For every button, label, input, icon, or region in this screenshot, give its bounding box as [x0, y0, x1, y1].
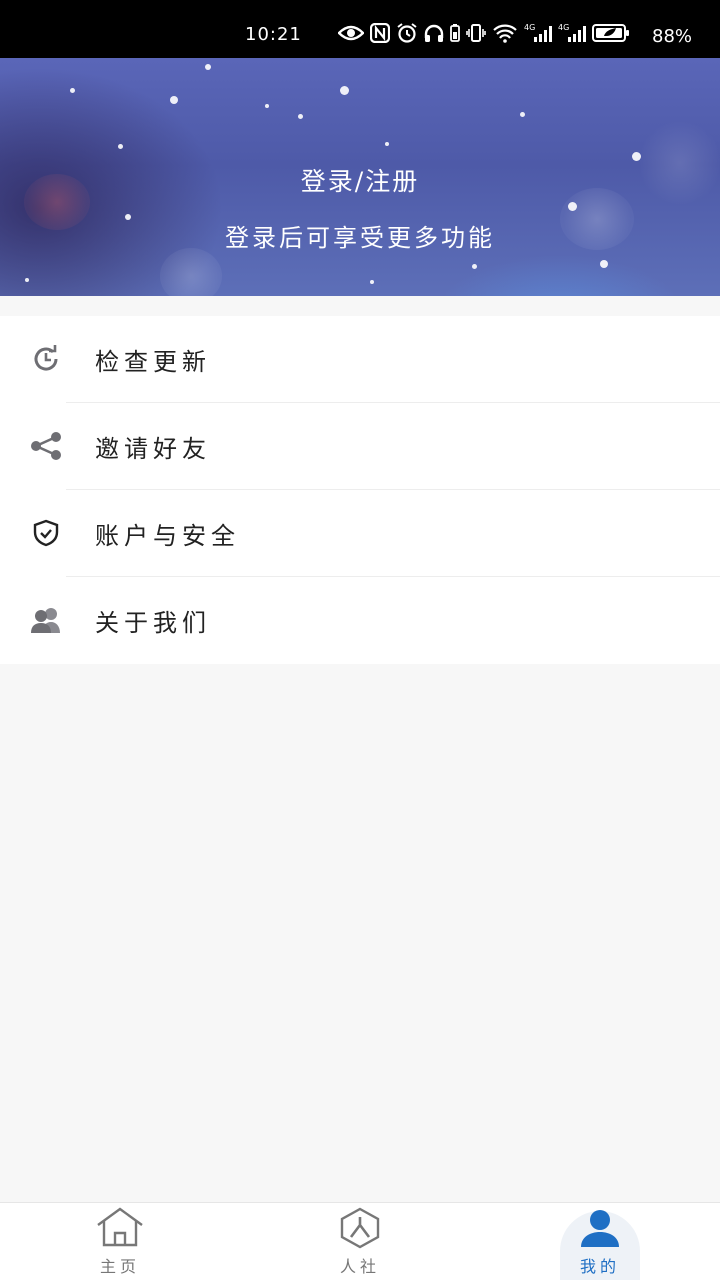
star-dot	[298, 114, 303, 119]
menu-item-account-security[interactable]: 账户与安全	[0, 490, 720, 577]
battery-icon	[592, 24, 629, 42]
users-icon	[29, 603, 63, 637]
tab-mine[interactable]: 我的	[540, 1203, 660, 1280]
home-icon	[60, 1207, 180, 1247]
star-dot	[25, 278, 29, 282]
person-hexagon-icon	[300, 1207, 420, 1249]
tab-label: 我的	[579, 1257, 620, 1276]
menu-item-invite-friends[interactable]: 邀请好友	[0, 403, 720, 490]
star-dot	[472, 264, 477, 269]
star-dot	[265, 104, 269, 108]
tab-label: 人社	[339, 1257, 380, 1276]
star-dot	[340, 86, 349, 95]
nfc-icon	[370, 23, 390, 43]
bottom-navigation: 主页 人社 我的	[0, 1202, 720, 1280]
star-dot	[170, 96, 178, 104]
star-dot	[370, 280, 374, 284]
star-dot	[118, 144, 123, 149]
menu-item-label: 关于我们	[95, 609, 211, 637]
signal-icon-2: 4G	[558, 23, 586, 42]
menu-item-label: 检查更新	[95, 348, 211, 376]
svg-text:4G: 4G	[524, 23, 535, 32]
shield-check-icon	[29, 516, 63, 550]
tab-label: 主页	[99, 1257, 140, 1276]
decorative-bubble	[160, 248, 222, 296]
status-icons: 4G 4G	[338, 23, 630, 43]
menu-item-check-update[interactable]: 检查更新	[0, 316, 720, 403]
settings-menu: 检查更新 邀请好友 账户与安全 关于我们	[0, 316, 720, 664]
star-dot	[568, 202, 577, 211]
vibrate-icon	[466, 24, 486, 42]
share-icon	[29, 429, 63, 463]
svg-text:4G: 4G	[558, 23, 569, 32]
battery-percentage: 88%	[652, 26, 693, 47]
status-time: 10:21	[245, 24, 302, 45]
tab-social-security[interactable]: 人社	[300, 1203, 420, 1280]
user-icon	[540, 1207, 660, 1249]
login-hint-text: 登录后可享受更多功能	[225, 224, 495, 252]
tab-home[interactable]: 主页	[60, 1203, 180, 1280]
small-battery-icon	[450, 24, 460, 42]
login-register-title[interactable]: 登录/注册	[0, 162, 720, 198]
star-dot	[520, 112, 525, 117]
signal-icon-1: 4G	[524, 23, 552, 42]
alarm-icon	[397, 23, 417, 43]
star-dot	[205, 64, 211, 70]
menu-item-about-us[interactable]: 关于我们	[0, 577, 720, 664]
login-banner[interactable]: 登录/注册 登录后可享受更多功能	[0, 58, 720, 296]
eye-icon	[338, 25, 364, 41]
star-dot	[70, 88, 75, 93]
refresh-clock-icon	[29, 342, 63, 376]
headphones-icon	[424, 24, 444, 42]
status-bar: 10:21 4G 4G 88%	[0, 0, 720, 58]
menu-item-label: 账户与安全	[95, 522, 240, 550]
wifi-icon	[493, 24, 517, 43]
star-dot	[600, 260, 608, 268]
star-dot	[385, 142, 389, 146]
menu-item-label: 邀请好友	[95, 435, 211, 463]
star-dot	[632, 152, 641, 161]
